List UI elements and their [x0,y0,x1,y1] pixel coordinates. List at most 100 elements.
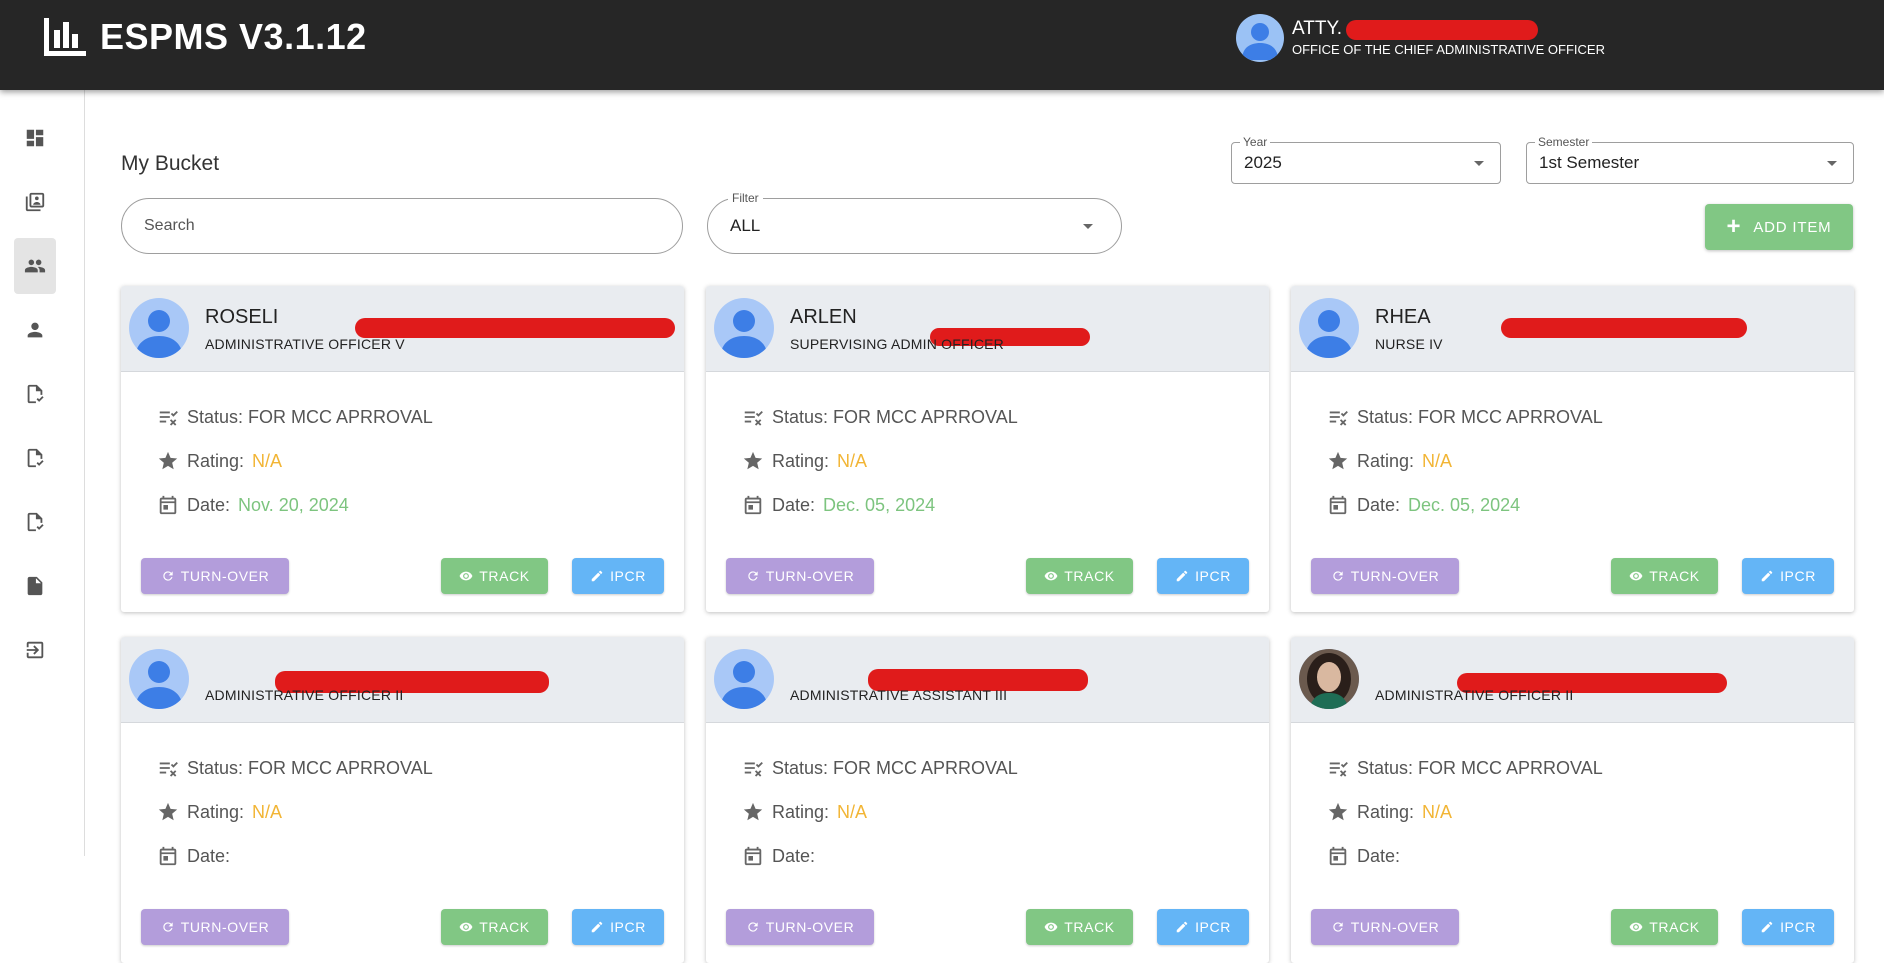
date-label: Date: [1357,494,1401,515]
rating-value: N/A [837,801,868,822]
star-icon [158,802,178,821]
track-button[interactable]: TRACK [441,909,548,945]
card-header: ROSELI ADMINISTRATIVE OFFICER V [121,286,684,372]
checklist-icon [744,761,763,777]
turn-over-button[interactable]: TURN-OVER [141,558,289,594]
refresh-icon [163,571,173,581]
status-value: FOR MCC APRROVAL [1418,757,1603,778]
app-title: ESPMS V3.1.12 [100,16,367,57]
brand[interactable]: ESPMS V3.1.12 [42,16,367,58]
track-button[interactable]: TRACK [441,558,548,594]
eye-icon [1629,571,1643,581]
person-icon [720,661,768,709]
pencil-icon [591,921,603,933]
file-check-icon [27,512,44,532]
calendar-icon [159,846,177,866]
filter-select[interactable]: Filter ALL [707,190,1122,254]
track-button[interactable]: TRACK [1026,909,1133,945]
track-button[interactable]: TRACK [1611,558,1718,594]
card-body: Status: FOR MCC APRROVAL Rating: N/A Date: T… [1291,723,1854,963]
rating-label: Rating: [187,801,245,822]
user-profile[interactable]: ATTY. OFFICE OF THE CHIEF ADMINISTRATIVE… [1236,14,1605,62]
sidebar-item-file-check-3[interactable] [14,494,56,550]
rating-label: Rating: [187,450,245,471]
rating-row: Rating: N/A [157,450,282,472]
card-body: Status: FOR MCC APRROVAL Rating: N/A Date: N… [121,372,684,612]
sidebar-item-dashboard[interactable] [14,110,56,166]
employee-card: RHEA NURSE IV Status: FOR MCC APRROVAL Rati… [1291,286,1854,612]
redaction-mark [355,318,675,338]
semester-select[interactable]: Semester 1st Semester [1526,134,1854,184]
pencil-icon [1176,921,1188,933]
sidebar-item-person[interactable] [14,302,56,358]
sidebar-item-file-check-1[interactable] [14,366,56,422]
turn-over-button[interactable]: TURN-OVER [726,909,874,945]
avatar [1299,298,1359,358]
add-item-button[interactable]: + ADD ITEM [1705,204,1853,250]
turn-over-button[interactable]: TURN-OVER [141,909,289,945]
chevron-down-icon [1827,161,1837,166]
refresh-icon [748,571,758,581]
status-row: Status: FOR MCC APRROVAL [742,406,1018,428]
turn-over-button[interactable]: TURN-OVER [1311,558,1459,594]
ipcr-button[interactable]: IPCR [1742,909,1834,945]
rating-label: Rating: [772,801,830,822]
search-field[interactable] [121,198,683,254]
redaction-mark [1501,318,1747,338]
card-body: Status: FOR MCC APRROVAL Rating: N/A Date: D… [1291,372,1854,612]
ipcr-button[interactable]: IPCR [1157,558,1249,594]
pencil-icon [1176,570,1188,582]
card-header: RHEA NURSE IV [1291,286,1854,372]
file-check-icon [27,448,44,468]
avatar [129,649,189,709]
rating-row: Rating: N/A [1327,450,1452,472]
turn-over-button[interactable]: TURN-OVER [726,558,874,594]
search-input[interactable] [144,213,644,239]
date-value: Dec. 05, 2024 [1408,494,1521,515]
star-icon [1328,802,1348,821]
rating-value: N/A [1422,801,1453,822]
main-content: My Bucket Year 2025 Semester 1st Semeste… [85,90,1884,963]
sidebar-item-people[interactable] [14,238,56,294]
sidebar-item-logout[interactable] [14,622,56,678]
employee-position: ADMINISTRATIVE OFFICER II [205,687,404,703]
employee-name: RHEA [1375,306,1747,338]
checklist-icon [1329,410,1348,426]
track-button[interactable]: TRACK [1611,909,1718,945]
year-select[interactable]: Year 2025 [1231,134,1501,184]
calendar-icon [1329,495,1347,515]
bar-chart-icon [44,18,86,56]
avatar [129,298,189,358]
person-icon [720,310,768,358]
sidebar-item-library[interactable] [14,174,56,230]
star-icon [1328,451,1348,470]
person-icon [135,310,183,358]
refresh-icon [748,922,758,932]
track-button[interactable]: TRACK [1026,558,1133,594]
rating-value: N/A [1422,450,1453,471]
sidebar-item-file-check-2[interactable] [14,430,56,486]
rating-row: Rating: N/A [742,450,867,472]
status-row: Status: FOR MCC APRROVAL [157,406,433,428]
ipcr-button[interactable]: IPCR [1742,558,1834,594]
redaction-mark [1346,20,1538,40]
rating-row: Rating: N/A [157,801,282,823]
status-value: FOR MCC APRROVAL [248,406,433,427]
rating-label: Rating: [772,450,830,471]
top-app-bar: ESPMS V3.1.12 ATTY. OFFICE OF THE CHIEF … [0,0,1884,90]
ipcr-button[interactable]: IPCR [572,909,664,945]
turn-over-button[interactable]: TURN-OVER [1311,909,1459,945]
rating-value: N/A [837,450,868,471]
person-icon [1242,23,1278,60]
status-row: Status: FOR MCC APRROVAL [157,757,433,779]
sidebar-item-document[interactable] [14,558,56,614]
add-item-label: ADD ITEM [1753,218,1832,236]
date-label: Date: [772,845,816,866]
date-row: Date: Nov. 20, 2024 [157,494,349,516]
eye-icon [459,571,473,581]
year-value: 2025 [1244,153,1282,172]
date-value: Nov. 20, 2024 [238,494,349,515]
ipcr-button[interactable]: IPCR [1157,909,1249,945]
status-label: Status: [1357,757,1414,778]
ipcr-button[interactable]: IPCR [572,558,664,594]
